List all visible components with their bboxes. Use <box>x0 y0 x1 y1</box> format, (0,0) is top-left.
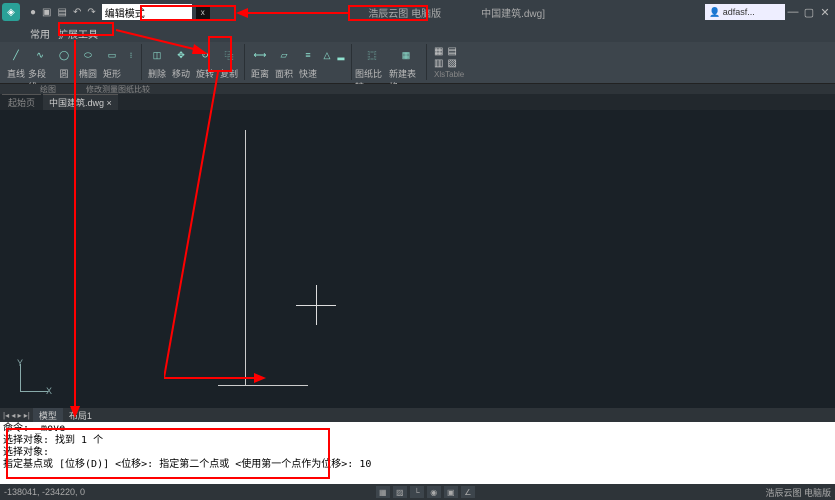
area-icon: ▱ <box>274 44 294 66</box>
crosshair-h <box>296 305 336 306</box>
cmd-line-4: 指定基点或 [位移(D)] <位移>: 指定第二个点或 <使用第一个点作为位移>… <box>3 459 832 471</box>
xls-label: XlsTable <box>434 70 464 79</box>
circle-icon: ◯ <box>54 44 74 66</box>
measure-more2[interactable]: ▂ <box>334 44 348 66</box>
edit-mode-field[interactable]: 编辑模式 <box>102 4 192 20</box>
drawing-canvas[interactable]: Y X <box>0 110 835 408</box>
doc-tab-file[interactable]: 中国建筑.dwg × <box>43 94 118 110</box>
rect-icon: ▭ <box>102 44 122 66</box>
search-box[interactable]: 👤 adfasf... <box>705 4 785 20</box>
move-icon: ✥ <box>171 44 191 66</box>
status-toggles: ▦ ▨ └ ◉ ▣ ∠ <box>376 486 475 498</box>
erase-icon: ◫ <box>147 44 167 66</box>
snap-toggle[interactable]: ▦ <box>376 486 390 498</box>
cmd-line-1: 命令: _move <box>3 423 832 435</box>
user-icon: 👤 <box>709 7 720 18</box>
tool-circle[interactable]: ◯圆 <box>52 44 76 80</box>
tool-erase[interactable]: ◫删除 <box>145 44 169 80</box>
tool-copy[interactable]: ⿻复制 <box>217 44 241 80</box>
tab-nav[interactable]: |◂ ◂ ▸ ▸| <box>0 411 33 420</box>
command-input[interactable] <box>0 472 835 484</box>
tab-layout1[interactable]: 布局1 <box>63 408 98 422</box>
osnap-toggle[interactable]: ▣ <box>444 486 458 498</box>
draw-more[interactable]: ⁝ <box>124 44 138 66</box>
grid-toggle[interactable]: ▨ <box>393 486 407 498</box>
drawing-line-h <box>218 385 308 386</box>
ucs-icon: Y X <box>14 358 54 398</box>
qa-redo-icon[interactable]: ↷ <box>87 7 95 18</box>
copy-icon: ⿻ <box>219 44 239 66</box>
title-bar: ◈ ● ▣ ▤ ↶ ↷ 编辑模式 x 浩辰云图 电脑版 中国建筑.dwg] 👤 … <box>0 0 835 24</box>
ellipse-icon: ⬭ <box>78 44 98 66</box>
xls-icon4[interactable]: ▧ <box>447 58 456 69</box>
ortho-toggle[interactable]: └ <box>410 486 424 498</box>
quick-icon: ≡ <box>298 44 318 66</box>
search-placeholder: adfasf... <box>723 7 755 17</box>
table-icon: ▦ <box>396 44 416 66</box>
qa-save-icon[interactable]: ▤ <box>58 7 67 18</box>
doc-tab-start[interactable]: 起始页 <box>2 94 41 110</box>
distance-icon: ⟷ <box>250 44 270 66</box>
track-toggle[interactable]: ∠ <box>461 486 475 498</box>
cmd-line-2: 选择对象: 找到 1 个 <box>3 435 832 447</box>
tool-move[interactable]: ✥移动 <box>169 44 193 80</box>
pline-icon: ∿ <box>30 44 50 66</box>
axis-x-label: X <box>46 386 52 396</box>
status-brand: 浩辰云图 电脑版 <box>765 486 831 499</box>
compare-icon: ⿴ <box>362 44 382 66</box>
tab-model[interactable]: 模型 <box>33 408 63 422</box>
qa-undo-icon[interactable]: ↶ <box>73 7 81 18</box>
drawing-line-v <box>245 130 246 385</box>
ribbon-panel-labels: 绘图 修改 测量 图纸比较 <box>0 84 835 94</box>
tool-rotate[interactable]: ↻旋转 <box>193 44 217 80</box>
xls-icon[interactable]: ▦ <box>434 46 443 57</box>
mode-close-button[interactable]: x <box>196 5 210 19</box>
document-tabs: 起始页 中国建筑.dwg × <box>0 94 835 110</box>
xls-icon3[interactable]: ▥ <box>434 58 443 69</box>
qa-icon[interactable]: ● <box>30 7 36 18</box>
tool-distance[interactable]: ⟷距离 <box>248 44 272 80</box>
status-bar: -138041, -234220, 0 ▦ ▨ └ ◉ ▣ ∠ 浩辰云图 电脑版 <box>0 484 835 500</box>
model-layout-tabs: |◂ ◂ ▸ ▸| 模型 布局1 <box>0 408 835 422</box>
cmd-line-3: 选择对象: <box>3 447 832 459</box>
tab-common[interactable]: 常用 <box>30 26 50 41</box>
ribbon-tabs: 常用 扩展工具 <box>0 24 835 42</box>
tool-area[interactable]: ▱面积 <box>272 44 296 80</box>
minimize-button[interactable]: — <box>785 5 801 19</box>
tool-line[interactable]: ╱直线 <box>4 44 28 80</box>
line-icon: ╱ <box>6 44 26 66</box>
axis-y-label: Y <box>17 358 23 368</box>
tab-extend[interactable]: 扩展工具 <box>58 26 98 41</box>
file-label: 中国建筑.dwg] <box>481 5 545 20</box>
ribbon: ╱直线 ∿多段线 ◯圆 ⬭椭圆 ▭矩形 ⁝ ◫删除 ✥移动 ↻旋转 ⿻复制 ⟷距… <box>0 42 835 84</box>
brand-label: 浩辰云图 电脑版 <box>368 5 441 20</box>
app-logo[interactable]: ◈ <box>2 3 20 21</box>
xls-icon2[interactable]: ▤ <box>447 46 456 57</box>
xls-group: ▦ ▤ ▥ ▧ XlsTable <box>430 44 468 81</box>
command-history: 命令: _move 选择对象: 找到 1 个 选择对象: 指定基点或 [位移(D… <box>0 422 835 472</box>
coords-display: -138041, -234220, 0 <box>4 487 85 497</box>
qa-open-icon[interactable]: ▣ <box>42 7 51 18</box>
polar-toggle[interactable]: ◉ <box>427 486 441 498</box>
tool-ellipse[interactable]: ⬭椭圆 <box>76 44 100 80</box>
quick-access-toolbar: ● ▣ ▤ ↶ ↷ <box>24 0 102 24</box>
maximize-button[interactable]: ▢ <box>801 5 817 19</box>
close-button[interactable]: ✕ <box>817 5 833 19</box>
rotate-icon: ↻ <box>195 44 215 66</box>
